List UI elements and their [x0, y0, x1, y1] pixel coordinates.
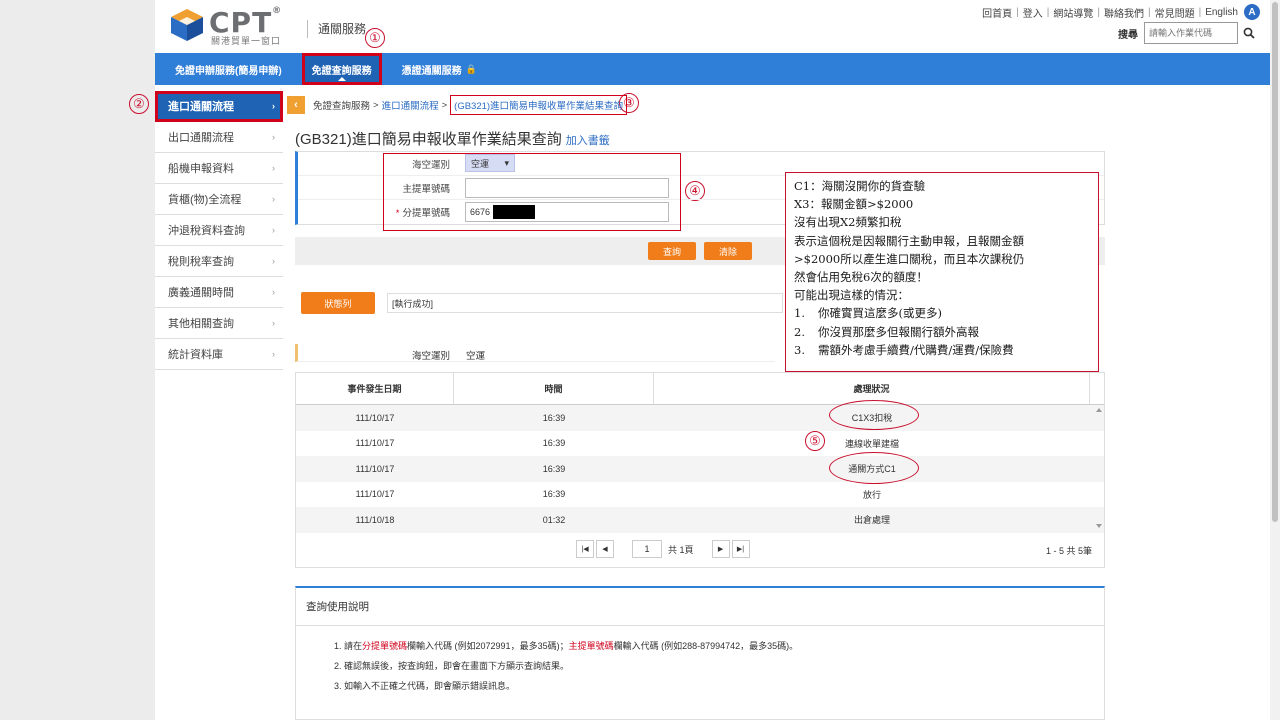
back-button[interactable]: ‹ [287, 96, 305, 114]
next-page-icon: ▶ [717, 546, 724, 553]
table-row: 111/10/17 16:39 連線收單建檔 [355, 438, 899, 449]
table-header: 事件發生日期 時間 處理狀況 [296, 373, 1104, 405]
nav-free-apply[interactable]: 免證申辦服務(簡易申辦) [165, 53, 292, 85]
help-list: 1. 請在分提單號碼欄輸入代碼 (例如2072991，最多35碼)；主提單號碼欄… [296, 626, 1104, 696]
cpt-logo[interactable]: CPT® 關港貿單一窗口 [169, 6, 299, 46]
result-transport-row: 海空運別 空運 [295, 344, 775, 362]
search-input[interactable] [1144, 22, 1238, 44]
help-title: 查詢使用說明 [296, 588, 1104, 626]
link-sitemap[interactable]: 網站導覽 [1053, 5, 1093, 20]
nav-free-query[interactable]: 免證查詢服務 [301, 53, 382, 85]
table-row: 111/10/17 16:39 放行 [355, 489, 881, 500]
page-total: 共 1頁 [668, 544, 694, 555]
site-title: 通關服務 [307, 20, 366, 38]
link-home[interactable]: 回首頁 [982, 5, 1012, 20]
main-nav: 免證申辦服務(簡易申辦) 免證查詢服務 憑證通關服務 🔒 [155, 53, 1270, 85]
help-item: 1. 請在分提單號碼欄輸入代碼 (例如2072991，最多35碼)；主提單號碼欄… [334, 641, 799, 651]
table-body: 111/10/17 16:39 C1X3扣稅 111/10/17 16:39 連線收單建… [296, 405, 1104, 533]
record-count: 1 - 5 共 5筆 [1045, 546, 1092, 556]
first-page-icon: |◀ [581, 546, 589, 553]
nav-cert-service[interactable]: 憑證通關服務 🔒 [392, 53, 487, 85]
sidebar-item-refund[interactable]: 沖退稅資料查詢 › [155, 215, 283, 246]
prev-page-button[interactable]: ◀ [596, 540, 614, 558]
page: CPT® 關港貿單一窗口 通關服務 回首頁 | 登入 | 網站導覽 | 聯絡我們 | 常… [129, 0, 1270, 720]
highlight-oval-c1 [829, 452, 919, 484]
search-label: 搜尋 [1118, 29, 1138, 41]
result-transport-label: 海空運別 [411, 351, 450, 362]
accessibility-icon[interactable]: A [1244, 4, 1260, 20]
sidebar-item-container[interactable]: 貨櫃(物)全流程 › [155, 184, 283, 215]
top-links: 回首頁 | 登入 | 網站導覽 | 聯絡我們 | 常見問題 | English A [982, 4, 1260, 20]
col-date: 事件發生日期 [296, 373, 454, 404]
status-badge: 狀態列 [301, 292, 375, 314]
chevron-left-icon: ‹ [294, 99, 298, 111]
brand-tagline: 關港貿單一窗口 [211, 36, 282, 46]
sidebar: 進口通關流程 › 出口通關流程 › 船機申報資料 › 貨櫃(物)全流程 › 沖退稅資料查… [155, 91, 283, 370]
chevron-right-icon: › [272, 256, 275, 266]
last-page-icon: ▶| [736, 546, 745, 553]
first-page-button[interactable]: |◀ [576, 540, 594, 558]
help-item: 3. 如輸入不正確之代碼，即會顯示錯誤訊息。 [334, 681, 516, 691]
breadcrumb: ‹ 免證查詢服務 > 進口通關流程 > (GB321)進口簡易申報收單作業結果查… [287, 95, 628, 115]
link-faq[interactable]: 常見問題 [1155, 5, 1195, 20]
sidebar-item-tariff[interactable]: 稅則稅率查詢 › [155, 246, 283, 277]
page-input[interactable]: 1 [632, 540, 662, 558]
breadcrumb-current: (GB321)進口簡易申報收單作業結果查詢 [450, 95, 628, 115]
chevron-right-icon: › [272, 101, 275, 111]
next-page-button[interactable]: ▶ [711, 540, 730, 558]
status-message: [執行成功] [387, 293, 783, 313]
scrollbar-thumb[interactable] [1272, 2, 1278, 522]
page-scrollbar[interactable] [1270, 0, 1280, 720]
col-time: 時間 [454, 373, 654, 404]
sidebar-item-other[interactable]: 其他相關查詢 › [155, 308, 283, 339]
sidebar-item-clearance-time[interactable]: 廣義通關時間 › [155, 277, 283, 308]
breadcrumb-root[interactable]: 免證查詢服務 [313, 98, 370, 112]
lock-icon: 🔒 [465, 63, 477, 74]
chevron-right-icon: › [272, 287, 275, 297]
result-transport-value: 空運 [466, 351, 486, 362]
table-row: 111/10/17 16:39 通關方式C1 [296, 456, 1104, 482]
chevron-right-icon: › [272, 318, 275, 328]
chevron-right-icon: › [272, 194, 275, 204]
chevron-right-icon: › [272, 132, 275, 142]
table-scrollbar[interactable] [1095, 406, 1103, 530]
query-button[interactable]: 查詢 [648, 242, 696, 260]
cube-logo-icon [171, 9, 203, 41]
form-highlight [383, 153, 681, 231]
pagination: |◀ ◀ 1 共 1頁 ▶ ▶| 1 - 5 共 5筆 [295, 530, 1105, 568]
chevron-right-icon: › [272, 225, 275, 235]
events-table: 事件發生日期 時間 處理狀況 111/10/17 16:39 C1X3扣稅 111/… [295, 372, 1105, 533]
table-row: 111/10/18 01:32 出倉處理 [296, 507, 1104, 533]
sidebar-item-export-flow[interactable]: 出口通關流程 › [155, 122, 283, 153]
bookmark-link[interactable]: 加入書籤 [566, 135, 610, 147]
chevron-right-icon: › [272, 349, 275, 359]
prev-page-icon: ◀ [602, 546, 608, 553]
annotation-1: ① [365, 28, 385, 48]
sidebar-item-vessel[interactable]: 船機申報資料 › [155, 153, 283, 184]
chevron-right-icon: › [272, 163, 275, 173]
sidebar-item-import-flow[interactable]: 進口通關流程 › [155, 91, 283, 122]
help-item: 2. 確認無誤後，按查詢鈕，即會在畫面下方顯示查詢結果。 [334, 661, 570, 671]
table-row: 111/10/17 16:39 C1X3扣稅 [296, 405, 1104, 431]
last-page-button[interactable]: ▶| [731, 540, 750, 558]
search-bar: 搜尋 [1118, 22, 1260, 44]
link-contact[interactable]: 聯絡我們 [1104, 5, 1144, 20]
clear-button[interactable]: 清除 [704, 242, 752, 260]
link-login[interactable]: 登入 [1023, 5, 1043, 20]
status-row: 狀態列 [執行成功] [301, 292, 783, 314]
page-title: (GB321)進口簡易申報收單作業結果查詢 加入書籤 [295, 131, 610, 148]
sidebar-item-stats[interactable]: 統計資料庫 › [155, 339, 283, 370]
annotation-note: C1：海關沒開你的貨查驗 X3：報關金額>$2000 沒有出現X2頻繁扣稅 表示… [785, 172, 1099, 372]
help-panel: 查詢使用說明 1. 請在分提單號碼欄輸入代碼 (例如2072991，最多35碼)… [295, 586, 1105, 720]
link-english[interactable]: English [1205, 7, 1238, 18]
annotation-2: ② [129, 94, 149, 114]
search-icon [1243, 27, 1255, 39]
breadcrumb-parent[interactable]: 進口通關流程 [382, 98, 439, 112]
highlight-oval-c1x3 [829, 400, 919, 430]
search-button[interactable] [1238, 22, 1260, 44]
